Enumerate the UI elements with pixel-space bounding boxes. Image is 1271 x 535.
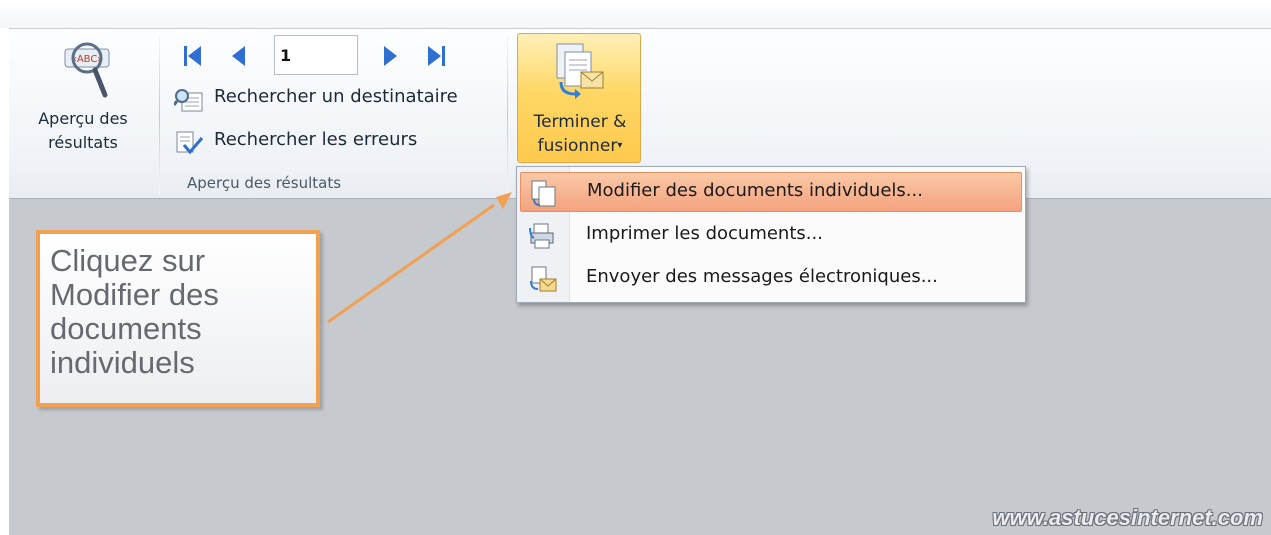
- watermark: www.astucesinternet.com: [992, 505, 1263, 530]
- callout-line: Cliquez sur: [50, 243, 206, 278]
- callout-line: Modifier des: [50, 277, 219, 312]
- callout-line: documents: [50, 311, 202, 346]
- callout-line: individuels: [50, 345, 195, 380]
- instruction-callout: Cliquez sur Modifier des documents indiv…: [36, 230, 320, 407]
